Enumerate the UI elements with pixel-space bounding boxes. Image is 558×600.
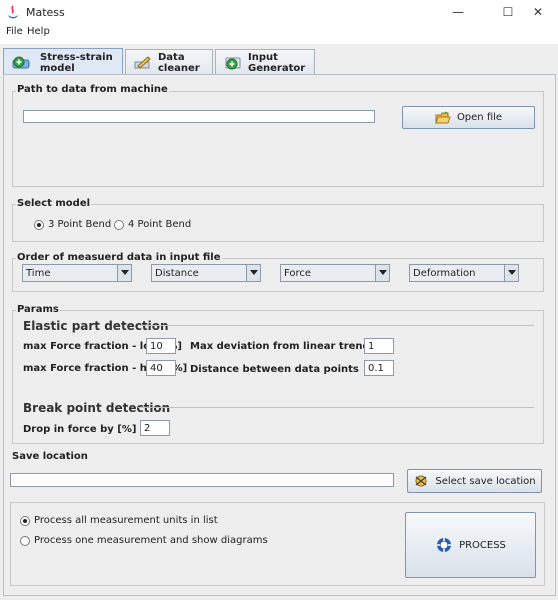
radio-label: 3 Point Bend: [48, 219, 112, 230]
tab-label: Data cleaner: [158, 52, 200, 74]
model-group-title: Select model: [16, 198, 92, 209]
max-deviation-label: Max deviation from linear trend [%]: [190, 341, 393, 352]
drop-force-input[interactable]: 2: [140, 420, 170, 436]
tab-data-cleaner[interactable]: Data cleaner: [125, 49, 213, 76]
radio-4-point-bend[interactable]: 4 Point Bend: [114, 219, 191, 230]
tab-stress-strain-model[interactable]: Stress-strain model: [3, 48, 123, 76]
elastic-section-title: Elastic part detection: [23, 319, 169, 333]
distance-points-label: Distance between data points: [190, 364, 359, 375]
params-group-title: Params: [16, 304, 60, 315]
menu-file[interactable]: File: [6, 26, 23, 37]
combo-value: Deformation: [413, 267, 476, 279]
select-save-location-button[interactable]: Select save location: [407, 469, 542, 493]
menu-bar: [0, 24, 558, 44]
radio-label: Process one measurement and show diagram…: [34, 535, 268, 546]
open-file-button[interactable]: Open file: [402, 106, 535, 129]
elastic-separator: [140, 325, 534, 326]
radio-process-one[interactable]: Process one measurement and show diagram…: [20, 535, 268, 546]
data-path-input[interactable]: [23, 110, 375, 123]
radio-indicator[interactable]: [34, 219, 44, 230]
path-group-title: Path to data from machine: [16, 84, 169, 95]
break-separator: [138, 407, 534, 408]
process-icon: [435, 537, 453, 553]
order-combo-1[interactable]: Time: [22, 264, 132, 282]
max-deviation-input[interactable]: 1: [364, 338, 394, 354]
plus-circle-icon: [224, 56, 242, 70]
minimize-button[interactable]: —: [438, 0, 478, 24]
radio-process-all[interactable]: Process all measurement units in list: [20, 515, 218, 526]
folder-open-icon: [435, 110, 451, 125]
radio-label: 4 Point Bend: [128, 219, 192, 230]
window-title: Matess: [26, 6, 65, 19]
max-force-low-input[interactable]: 10: [146, 338, 176, 354]
combo-value: Force: [284, 267, 312, 279]
save-path-input[interactable]: [10, 473, 394, 487]
chevron-down-icon[interactable]: [117, 265, 131, 281]
radio-label: Process all measurement units in list: [34, 515, 218, 526]
tab-input-generator[interactable]: Input Generator: [215, 49, 315, 76]
chevron-down-icon[interactable]: [246, 265, 260, 281]
chevron-down-icon[interactable]: [504, 265, 518, 281]
app-icon: [6, 5, 20, 19]
distance-points-input[interactable]: 0.1: [364, 360, 394, 376]
radio-3-point-bend[interactable]: 3 Point Bend: [34, 219, 111, 230]
menu-help[interactable]: Help: [27, 26, 50, 37]
drop-force-label: Drop in force by [%]: [23, 424, 137, 435]
tab-label: Input Generator: [248, 52, 306, 74]
close-button[interactable]: ✕: [518, 0, 558, 24]
radio-indicator[interactable]: [20, 535, 30, 546]
radio-indicator[interactable]: [20, 515, 30, 526]
order-group-title: Order of measuerd data in input file: [16, 252, 222, 263]
break-section-title: Break point detection: [23, 401, 171, 415]
radio-indicator[interactable]: [114, 219, 124, 230]
select-save-location-label: Select save location: [435, 475, 536, 487]
save-location-title: Save location: [12, 451, 88, 462]
open-file-label: Open file: [456, 112, 503, 123]
order-combo-2[interactable]: Distance: [151, 264, 261, 282]
process-label: PROCESS: [459, 539, 506, 551]
max-force-high-input[interactable]: 40: [146, 360, 176, 376]
combo-value: Time: [26, 267, 51, 279]
save-location-icon: [413, 474, 429, 488]
chevron-down-icon[interactable]: [375, 265, 389, 281]
order-combo-4[interactable]: Deformation: [409, 264, 519, 282]
tab-label: Stress-strain model: [40, 51, 113, 74]
combo-value: Distance: [155, 267, 199, 279]
order-combo-3[interactable]: Force: [280, 264, 390, 282]
process-button[interactable]: PROCESS: [405, 512, 536, 578]
plus-circle-icon: [12, 56, 34, 70]
pen-icon: [134, 56, 152, 70]
